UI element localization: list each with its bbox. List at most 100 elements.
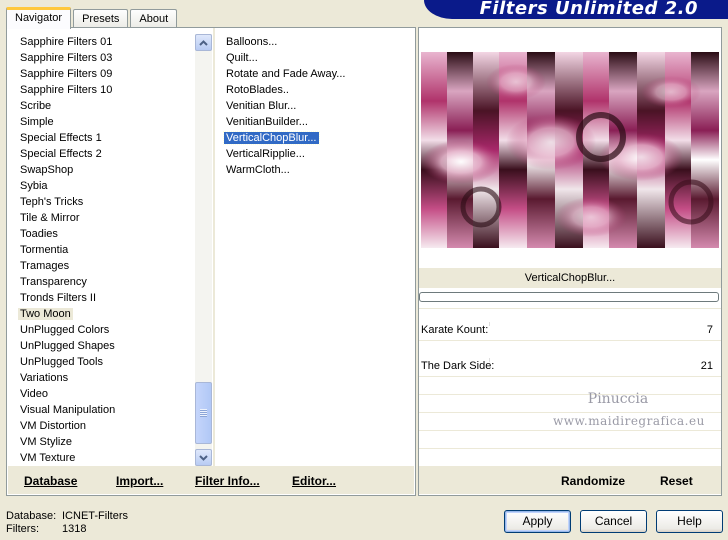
category-item[interactable]: Teph's Tricks <box>8 194 194 210</box>
category-item[interactable]: UnPlugged Tools <box>8 354 194 370</box>
category-item[interactable]: UnPlugged Shapes <box>8 338 194 354</box>
navigator-link-bar: Database Import... Filter Info... Editor… <box>8 466 414 494</box>
reset-button[interactable]: Reset <box>660 474 693 488</box>
category-item-label: Sybia <box>20 180 48 192</box>
import-link[interactable]: Import... <box>116 474 163 488</box>
category-item[interactable]: Variations <box>8 370 194 386</box>
category-item-label: VM Texture <box>20 452 76 464</box>
category-item[interactable]: Simple <box>8 114 194 130</box>
filter-item[interactable]: RotoBlades.. <box>215 82 415 98</box>
category-item[interactable]: Video <box>8 386 194 402</box>
title-banner: Filters Unlimited 2.0 <box>424 0 728 19</box>
randomize-button[interactable]: Randomize <box>561 474 625 488</box>
scroll-thumb[interactable] <box>195 382 212 444</box>
help-button[interactable]: Help <box>656 510 723 533</box>
filter-item-label: VerticalRipplie... <box>226 148 305 160</box>
preview-action-bar: Randomize Reset <box>419 466 721 494</box>
database-link[interactable]: Database <box>24 474 77 488</box>
category-item-label: Sapphire Filters 03 <box>20 52 113 64</box>
category-item[interactable]: Sybia <box>8 178 194 194</box>
category-item[interactable]: Tronds Filters II <box>8 290 194 306</box>
param-slot <box>419 430 721 446</box>
tab-strip: Navigator Presets About <box>6 6 179 29</box>
filter-item[interactable]: Rotate and Fade Away... <box>215 66 415 82</box>
category-item[interactable]: Transparency <box>8 274 194 290</box>
category-item[interactable]: Sapphire Filters 09 <box>8 66 194 82</box>
tab-navigator[interactable]: Navigator <box>6 7 72 29</box>
navigator-panel: Sapphire Filters 01 Sapphire Filters 03 Sa… <box>6 27 416 496</box>
category-item[interactable]: Sapphire Filters 10 <box>8 82 194 98</box>
category-item-label: Variations <box>20 372 69 384</box>
category-item[interactable]: Scribe <box>8 98 194 114</box>
category-item-label: Simple <box>20 116 54 128</box>
cancel-button[interactable]: Cancel <box>580 510 647 533</box>
slider-ticks <box>489 358 681 362</box>
database-info: Database: ICNET-Filters Filters: 1318 <box>6 510 128 536</box>
progress-bar <box>419 292 719 302</box>
category-item[interactable]: Tramages <box>8 258 194 274</box>
category-item[interactable]: VM Distortion <box>8 418 194 434</box>
tab-about[interactable]: About <box>130 9 178 28</box>
editor-link[interactable]: Editor... <box>292 474 336 488</box>
category-item-label: Special Effects 1 <box>20 132 102 144</box>
category-item-label: Video <box>20 388 48 400</box>
category-item[interactable]: Special Effects 2 <box>8 146 194 162</box>
category-item-label: Toadies <box>20 228 58 240</box>
slider-ticks <box>489 322 681 326</box>
category-list[interactable]: Sapphire Filters 01 Sapphire Filters 03 Sa… <box>8 34 194 466</box>
category-item[interactable]: Tile & Mirror <box>8 210 194 226</box>
category-item[interactable]: Tormentia <box>8 242 194 258</box>
selected-filter-name: VerticalChopBlur... <box>419 268 721 288</box>
category-item[interactable]: VM Stylize <box>8 434 194 450</box>
category-item-label: Special Effects 2 <box>20 148 102 160</box>
category-item-label: Teph's Tricks <box>20 196 84 208</box>
grip-icon <box>200 409 207 417</box>
category-item-label: Two Moon <box>18 308 73 320</box>
param-value: 7 <box>706 324 713 336</box>
scroll-down-button[interactable] <box>195 449 212 466</box>
category-item-label: VM Distortion <box>20 420 87 432</box>
scroll-up-button[interactable] <box>195 34 212 51</box>
param-karate-kount[interactable]: Karate Kount: 7 <box>419 322 721 340</box>
category-item-label: Tormentia <box>20 244 69 256</box>
category-item[interactable]: Sapphire Filters 01 <box>8 34 194 50</box>
param-the-dark-side[interactable]: The Dark Side: 21 <box>419 358 721 376</box>
category-item[interactable]: SwapShop <box>8 162 194 178</box>
filter-item[interactable]: VerticalRipplie... <box>215 146 415 162</box>
chevron-up-icon <box>199 39 208 46</box>
filter-item-label: Venitian Blur... <box>226 100 297 112</box>
param-label: Karate Kount: <box>421 324 489 336</box>
filter-item-label: Quilt... <box>226 52 258 64</box>
filter-item-label: Rotate and Fade Away... <box>226 68 346 80</box>
tab-presets[interactable]: Presets <box>73 9 129 28</box>
category-item[interactable]: Sapphire Filters 03 <box>8 50 194 66</box>
filter-item-label: RotoBlades.. <box>226 84 289 96</box>
database-label: Database: <box>6 510 57 522</box>
preview-image <box>421 52 719 248</box>
filter-item[interactable]: Quilt... <box>215 50 415 66</box>
filter-item[interactable]: Balloons... <box>215 34 415 50</box>
filter-item[interactable]: Venitian Blur... <box>215 98 415 114</box>
filter-item[interactable]: WarmCloth... <box>215 162 415 178</box>
filter-item[interactable]: VenitianBuilder... <box>215 114 415 130</box>
filter-item[interactable]: VerticalChopBlur... <box>215 130 415 146</box>
category-item-label: Tramages <box>20 260 70 272</box>
apply-button[interactable]: Apply <box>504 510 571 533</box>
category-item[interactable]: Two Moon <box>8 306 194 322</box>
filters-count-label: Filters: <box>6 523 39 535</box>
filter-info-link[interactable]: Filter Info... <box>195 474 260 488</box>
category-item[interactable]: UnPlugged Colors <box>8 322 194 338</box>
category-item-label: Tile & Mirror <box>20 212 80 224</box>
filters-count-value: 1318 <box>62 523 87 535</box>
category-item-label: Sapphire Filters 10 <box>20 84 113 96</box>
category-item-label: SwapShop <box>20 164 74 176</box>
filter-item-label: VerticalChopBlur... <box>223 131 320 145</box>
category-item-label: Transparency <box>20 276 87 288</box>
filter-list[interactable]: Balloons... Quilt... Rotate and Fade Away.… <box>215 34 415 466</box>
category-item[interactable]: Special Effects 1 <box>8 130 194 146</box>
category-scrollbar[interactable] <box>195 34 212 466</box>
category-item[interactable]: VM Texture <box>8 450 194 466</box>
watermark: Pinuccia www.maidiregrafica.eu <box>553 388 704 432</box>
category-item[interactable]: Toadies <box>8 226 194 242</box>
category-item[interactable]: Visual Manipulation <box>8 402 194 418</box>
